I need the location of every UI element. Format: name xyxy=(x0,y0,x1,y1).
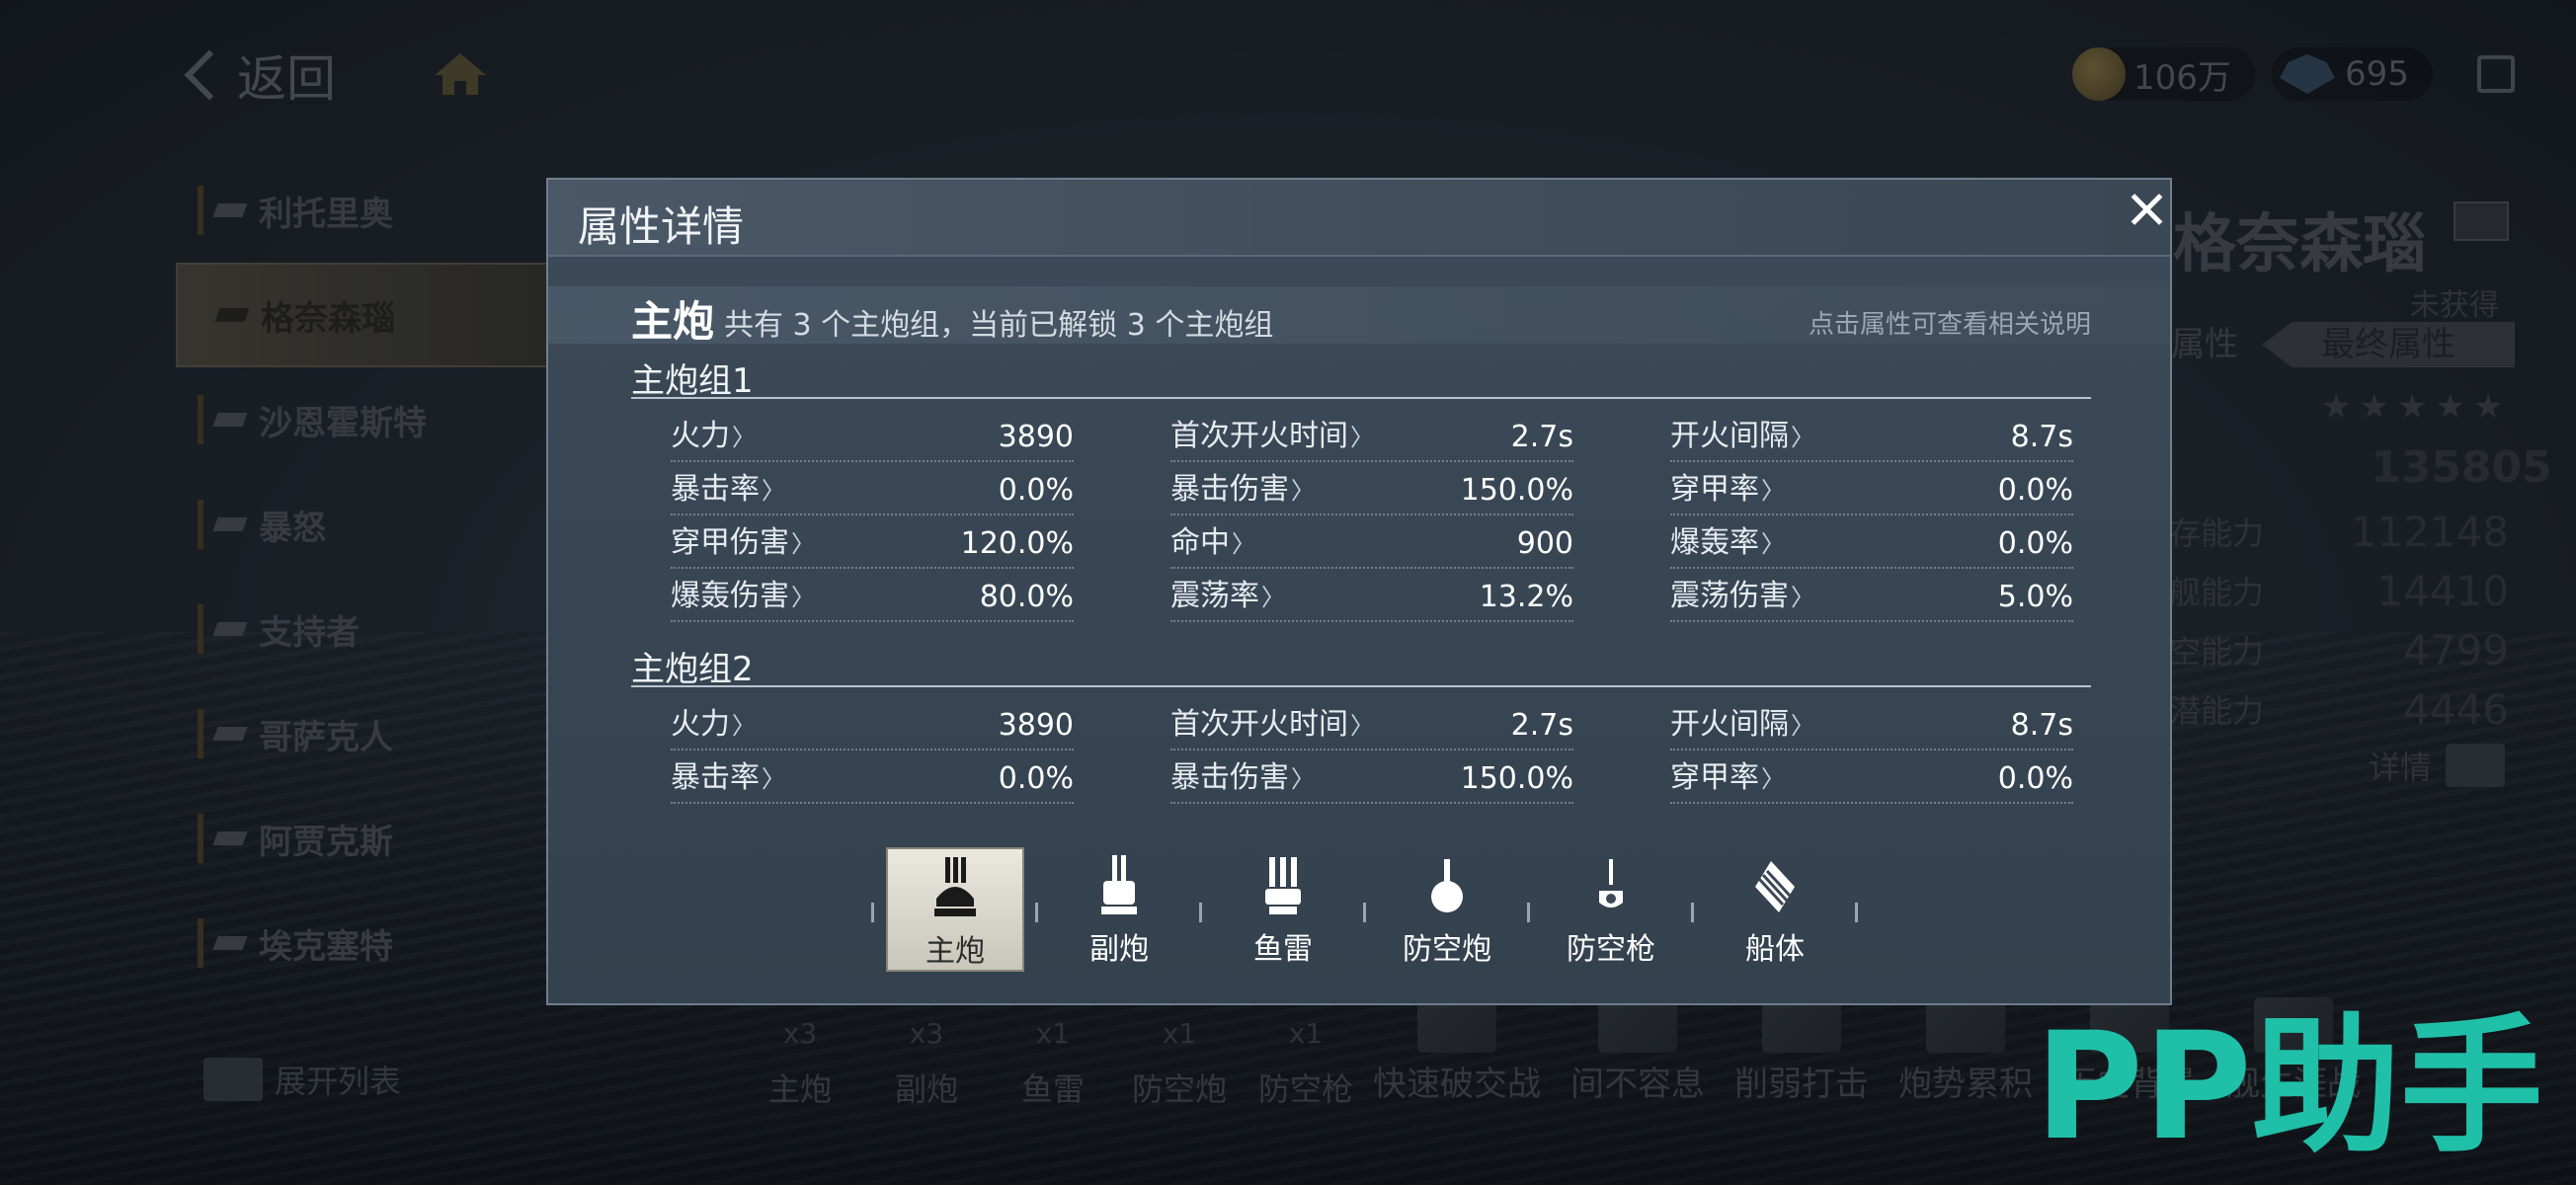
tab-main-gun[interactable]: 主炮 xyxy=(886,847,1024,972)
stat-crit-damage[interactable]: 暴击伤害 150.0% xyxy=(1170,754,1573,804)
stat-label: 首次开火时间 xyxy=(1170,699,1374,743)
stat-value: 0.0% xyxy=(998,473,1074,508)
stat-label: 暴击率 xyxy=(671,464,785,508)
hull-icon xyxy=(1755,861,1795,912)
stat-label: 首次开火时间 xyxy=(1170,411,1374,454)
stat-value: 13.2% xyxy=(1479,580,1573,614)
group-divider xyxy=(631,397,2091,399)
group-title: 主炮组2 xyxy=(631,650,754,689)
attribute-detail-modal: 属性详情 主炮 共有 3 个主炮组，当前已解锁 3 个主炮组 点击属性可查看相关… xyxy=(546,178,2172,1005)
modal-title: 属性详情 xyxy=(578,202,745,251)
stat-value: 3890 xyxy=(998,708,1074,743)
group-divider xyxy=(631,685,2091,687)
section-description: 共有 3 个主炮组，当前已解锁 3 个主炮组 xyxy=(724,308,1274,343)
stat-label: 火力 xyxy=(671,699,756,743)
stat-shock-damage[interactable]: 震荡伤害 5.0% xyxy=(1670,573,2073,622)
stat-pierce-damage[interactable]: 穿甲伤害 120.0% xyxy=(671,519,1074,569)
stat-label: 爆轰伤害 xyxy=(671,571,815,614)
stat-value: 0.0% xyxy=(1997,761,2073,796)
tab-torpedo[interactable]: 鱼雷 xyxy=(1214,847,1352,972)
secondary-gun-icon xyxy=(1101,855,1137,914)
stat-shock-rate[interactable]: 震荡率 13.2% xyxy=(1170,573,1573,622)
tab-aa-gun[interactable]: 防空枪 xyxy=(1542,847,1680,972)
stat-label: 震荡伤害 xyxy=(1670,571,1814,614)
watermark-logo: PP助手 xyxy=(2035,1009,2538,1167)
stat-value: 8.7s xyxy=(2010,708,2073,743)
stat-value: 2.7s xyxy=(1510,708,1573,743)
stat-label: 暴击伤害 xyxy=(1170,752,1315,796)
stat-label: 火力 xyxy=(671,411,756,454)
aa-cannon-icon xyxy=(1431,859,1463,912)
stat-label: 暴击率 xyxy=(671,752,785,796)
torpedo-icon xyxy=(1265,857,1301,914)
stat-value: 0.0% xyxy=(998,761,1074,796)
stat-label: 穿甲伤害 xyxy=(671,517,815,561)
main-gun-icon xyxy=(934,857,976,916)
tab-aa-cannon[interactable]: 防空炮 xyxy=(1378,847,1516,972)
stat-fire-interval[interactable]: 开火间隔 8.7s xyxy=(1670,413,2073,462)
tab-hull[interactable]: 船体 xyxy=(1706,847,1844,972)
stat-crit-rate[interactable]: 暴击率 0.0% xyxy=(671,754,1074,804)
tab-label: 副炮 xyxy=(1089,932,1149,967)
section-hint: 点击属性可查看相关说明 xyxy=(1808,310,2091,340)
section-title: 主炮 xyxy=(631,297,715,346)
close-icon[interactable] xyxy=(2127,190,2166,229)
stat-value: 2.7s xyxy=(1510,420,1573,454)
stat-label: 穿甲率 xyxy=(1670,464,1785,508)
stat-fire-interval[interactable]: 开火间隔 8.7s xyxy=(1670,701,2073,750)
stat-pierce-rate[interactable]: 穿甲率 0.0% xyxy=(1670,466,2073,515)
stat-first-fire-time[interactable]: 首次开火时间 2.7s xyxy=(1170,701,1573,750)
stat-crit-damage[interactable]: 暴击伤害 150.0% xyxy=(1170,466,1573,515)
stat-accuracy[interactable]: 命中 900 xyxy=(1170,519,1573,569)
tab-separator xyxy=(871,903,874,922)
stat-detonation-damage[interactable]: 爆轰伤害 80.0% xyxy=(671,573,1074,622)
tab-separator xyxy=(1527,903,1530,922)
stat-value: 8.7s xyxy=(2010,420,2073,454)
stat-value: 3890 xyxy=(998,420,1074,454)
section-header: 主炮 共有 3 个主炮组，当前已解锁 3 个主炮组 点击属性可查看相关说明 xyxy=(548,286,2170,346)
tab-separator xyxy=(1035,903,1038,922)
stat-value: 5.0% xyxy=(1997,580,2073,614)
stat-label: 开火间隔 xyxy=(1670,699,1814,743)
stat-value: 120.0% xyxy=(960,526,1074,561)
stat-label: 穿甲率 xyxy=(1670,752,1785,796)
aa-gun-icon xyxy=(1599,859,1623,908)
stat-value: 150.0% xyxy=(1460,761,1573,796)
stat-label: 命中 xyxy=(1170,517,1255,561)
stat-label: 开火间隔 xyxy=(1670,411,1814,454)
stat-value: 150.0% xyxy=(1460,473,1573,508)
stat-label: 暴击伤害 xyxy=(1170,464,1315,508)
stat-label: 爆轰率 xyxy=(1670,517,1785,561)
tab-separator xyxy=(1855,903,1858,922)
stat-value: 0.0% xyxy=(1997,526,2073,561)
modal-title-bar: 属性详情 xyxy=(548,180,2170,257)
tab-secondary-gun[interactable]: 副炮 xyxy=(1050,847,1188,972)
tab-label: 船体 xyxy=(1745,932,1805,967)
stat-value: 900 xyxy=(1516,526,1573,561)
stat-crit-rate[interactable]: 暴击率 0.0% xyxy=(671,466,1074,515)
stat-label: 震荡率 xyxy=(1170,571,1285,614)
tab-label: 防空炮 xyxy=(1403,932,1491,967)
stat-firepower[interactable]: 火力 3890 xyxy=(671,413,1074,462)
stat-pierce-rate[interactable]: 穿甲率 0.0% xyxy=(1670,754,2073,804)
stat-first-fire-time[interactable]: 首次开火时间 2.7s xyxy=(1170,413,1573,462)
tab-separator xyxy=(1691,903,1694,922)
tab-separator xyxy=(1199,903,1202,922)
tab-label: 鱼雷 xyxy=(1253,932,1313,967)
tab-label: 防空枪 xyxy=(1567,932,1655,967)
weapon-tab-bar: 主炮 副炮 鱼雷 防空炮 防空枪 船体 xyxy=(548,847,2170,976)
stat-firepower[interactable]: 火力 3890 xyxy=(671,701,1074,750)
stat-value: 80.0% xyxy=(979,580,1074,614)
stat-value: 0.0% xyxy=(1997,473,2073,508)
watermark-text: PP助手 xyxy=(2035,1009,2538,1167)
group-title: 主炮组1 xyxy=(631,361,754,401)
tab-label: 主炮 xyxy=(926,934,985,969)
stat-detonation-rate[interactable]: 爆轰率 0.0% xyxy=(1670,519,2073,569)
tab-separator xyxy=(1363,903,1366,922)
